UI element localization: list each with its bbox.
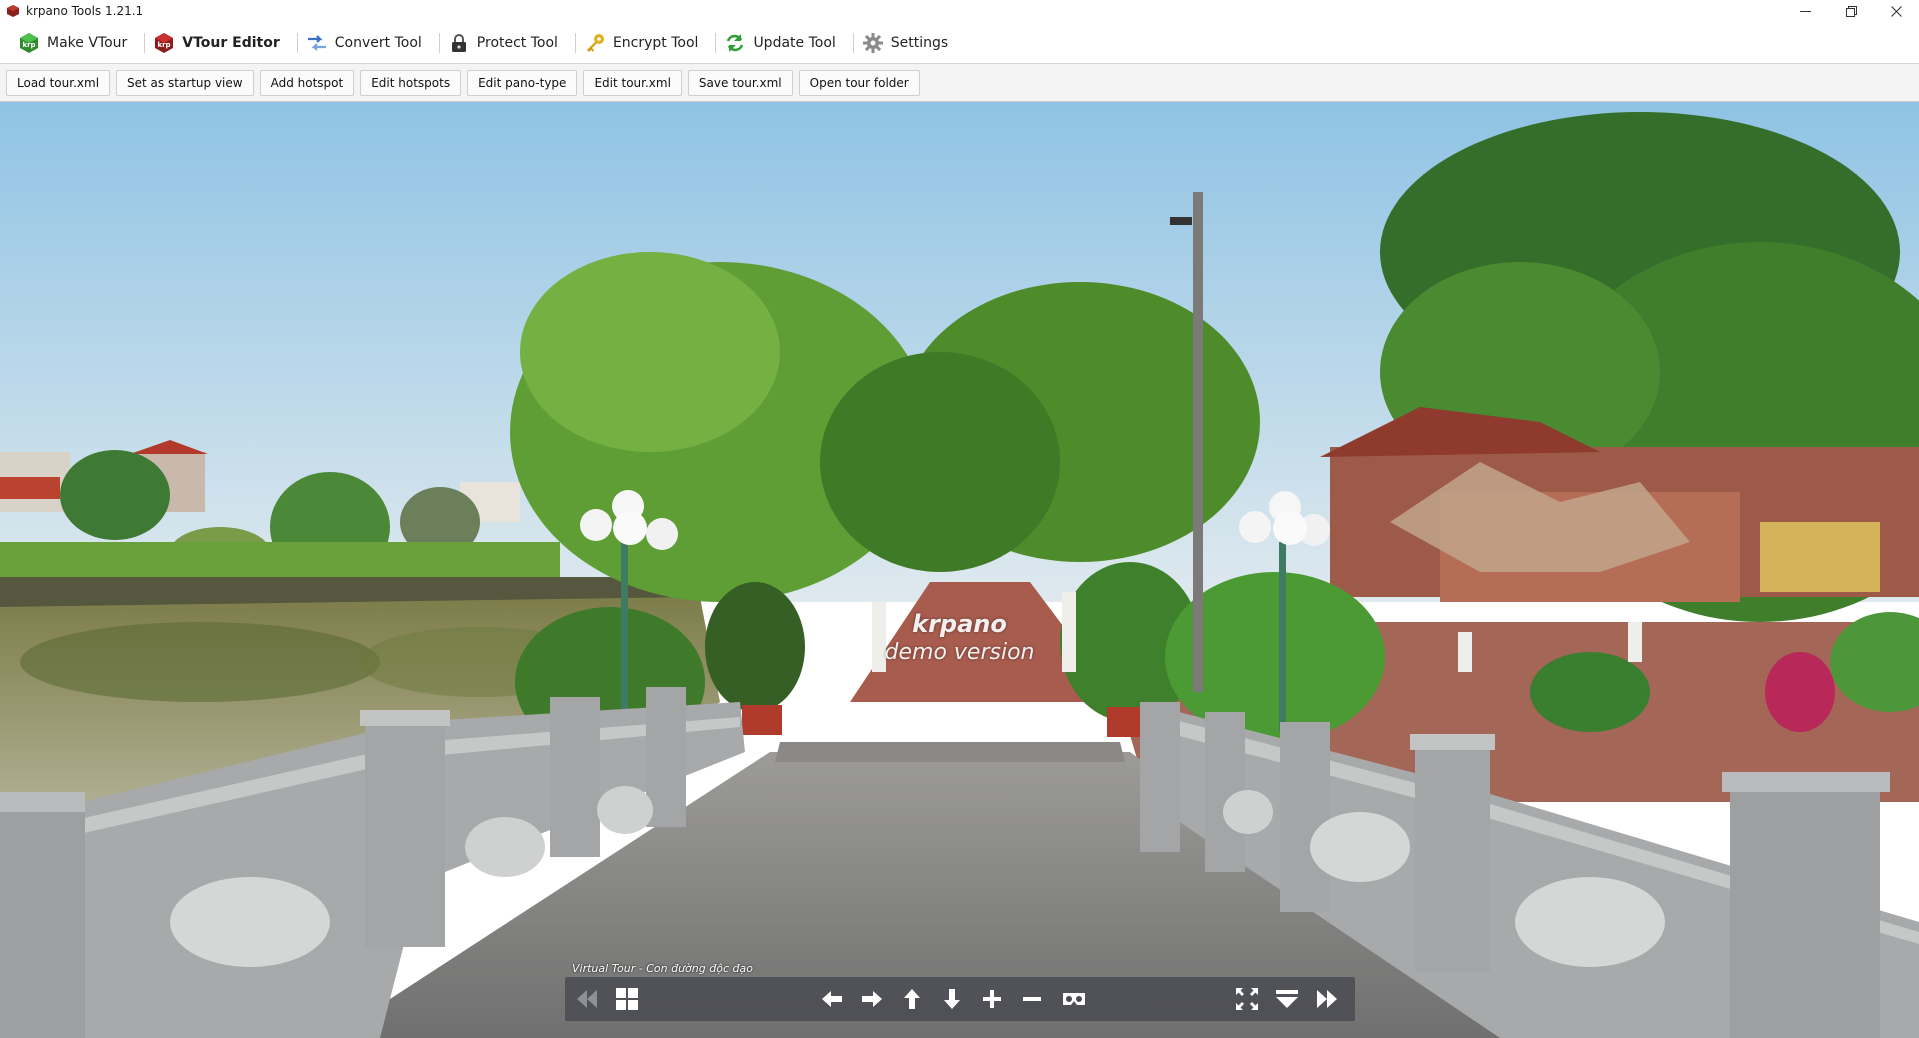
vtour-editor-tab[interactable]: krp VTour Editor [144,26,294,60]
vr-headset-icon [1063,993,1085,1005]
krpano-logo-red-icon: krp [153,32,175,54]
arrow-right-icon [862,991,882,1007]
editor-toolbar: Load tour.xml Set as startup view Add ho… [0,64,1919,102]
next-scene-button[interactable] [1311,983,1343,1015]
protect-tool-tab[interactable]: Protect Tool [438,26,572,60]
pan-right-button[interactable] [856,983,888,1015]
edit-tour-xml-button[interactable]: Edit tour.xml [583,69,682,96]
minimize-icon [1799,10,1811,12]
skip-back-icon [577,990,597,1008]
edit-pano-type-button[interactable]: Edit pano-type [467,69,578,96]
make-vtour-tab[interactable]: krp Make VTour [14,26,141,60]
settings-label: Settings [890,34,949,51]
encrypt-tool-tab[interactable]: Encrypt Tool [574,26,712,60]
vtour-editor-label: VTour Editor [182,34,280,51]
svg-text:krp: krp [22,41,35,49]
restore-icon [1845,5,1857,17]
tour-title-text: Virtual Tour - Con đường độc đạo [572,962,753,975]
collapse-down-icon [1276,990,1298,1008]
convert-arrows-icon [306,32,328,54]
pan-up-button[interactable] [896,983,928,1015]
gear-icon [862,32,884,54]
svg-text:krp: krp [158,41,171,49]
panorama-viewer[interactable]: krpano demo version Virtual Tour - Con đ… [0,102,1919,1038]
previous-scene-button[interactable] [571,983,603,1015]
app-logo-icon [7,5,19,17]
restore-button[interactable] [1828,0,1874,22]
plus-icon [983,990,1001,1008]
update-tool-label: Update Tool [753,34,836,51]
convert-tool-label: Convert Tool [334,34,422,51]
zoom-in-button[interactable] [976,983,1008,1015]
convert-tool-tab[interactable]: Convert Tool [296,26,436,60]
vr-mode-button[interactable] [1058,983,1090,1015]
protect-tool-label: Protect Tool [476,34,558,51]
zoom-out-button[interactable] [1016,983,1048,1015]
key-icon [584,32,606,54]
tour-control-bar [565,977,1355,1021]
padlock-icon [448,32,470,54]
window-title: krpano Tools 1.21.1 [26,4,144,18]
open-tour-folder-button[interactable]: Open tour folder [798,69,920,96]
close-button[interactable] [1873,0,1919,22]
watermark-title: krpano [912,610,1007,638]
main-toolbar: krp Make VTour krp VTour Editor Convert … [0,22,1919,64]
hide-controls-button[interactable] [1271,983,1303,1015]
skip-forward-icon [1317,990,1337,1008]
update-tool-tab[interactable]: Update Tool [715,26,849,60]
pan-left-button[interactable] [816,983,848,1015]
save-tour-xml-button[interactable]: Save tour.xml [687,69,793,96]
krpano-logo-green-icon: krp [18,32,40,54]
watermark-subtitle: demo version [884,640,1035,665]
panorama-image[interactable] [0,102,1919,1038]
thumbnails-button[interactable] [611,983,643,1015]
make-vtour-label: Make VTour [47,34,128,51]
add-hotspot-button[interactable]: Add hotspot [259,69,355,96]
set-startup-view-button[interactable]: Set as startup view [116,69,254,96]
arrow-left-icon [822,991,842,1007]
minimize-button[interactable] [1782,0,1828,22]
minus-icon [1023,997,1041,1001]
settings-tab[interactable]: Settings [852,26,962,60]
grid-icon [616,988,638,1010]
arrow-down-icon [944,989,960,1009]
close-icon [1890,5,1902,17]
title-bar: krpano Tools 1.21.1 [0,0,1919,22]
refresh-icon [724,32,746,54]
arrow-up-icon [904,989,920,1009]
edit-hotspots-button[interactable]: Edit hotspots [360,69,462,96]
fullscreen-button[interactable] [1231,983,1263,1015]
encrypt-tool-label: Encrypt Tool [612,34,699,51]
fullscreen-icon [1236,988,1258,1010]
pan-down-button[interactable] [936,983,968,1015]
load-tour-xml-button[interactable]: Load tour.xml [6,69,111,96]
